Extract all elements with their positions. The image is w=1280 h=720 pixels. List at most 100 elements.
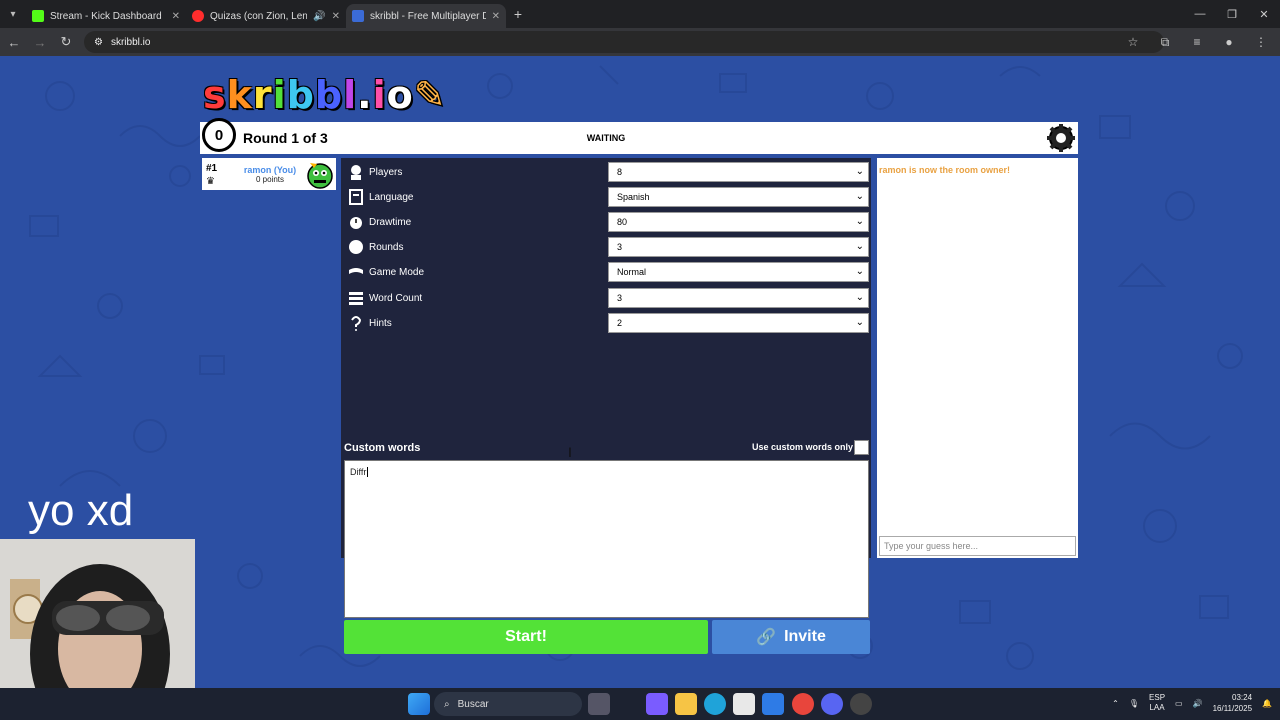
settings-gear-icon[interactable] bbox=[1046, 123, 1076, 153]
rounds-select[interactable]: 3 ⌄ bbox=[608, 237, 869, 257]
chevron-down-icon: ⌄ bbox=[855, 166, 864, 177]
chat-message: ramon is now the room owner! bbox=[879, 165, 1011, 175]
tab-youtube[interactable]: Quizas (con Zion, Lenny Tav 🔊 ✕ bbox=[186, 4, 346, 28]
url-field[interactable]: ⚙ skribbl.io bbox=[84, 31, 1164, 53]
forward-icon[interactable]: → bbox=[28, 30, 52, 54]
clock-date: 16/11/2025 bbox=[1212, 704, 1253, 713]
media-icon[interactable]: ≡ bbox=[1184, 30, 1210, 54]
tab-search-dropdown-icon[interactable]: ▾ bbox=[0, 0, 26, 28]
speaker-icon[interactable]: 🔊 bbox=[313, 11, 325, 22]
menu-icon[interactable]: ⋮ bbox=[1248, 30, 1274, 54]
setting-players: Players 8 ⌄ bbox=[341, 160, 871, 184]
chevron-down-icon: ⌄ bbox=[855, 266, 864, 277]
stream-overlay-text: yo xd bbox=[28, 486, 134, 535]
discord-icon[interactable] bbox=[821, 693, 843, 715]
restore-icon[interactable]: ❐ bbox=[1216, 0, 1248, 28]
chevron-down-icon: ⌄ bbox=[855, 241, 864, 252]
microphone-icon[interactable]: 🎙 bbox=[1129, 699, 1139, 708]
notification-icon[interactable]: 🔔 bbox=[1262, 699, 1272, 708]
word-count-select[interactable]: 3 ⌄ bbox=[608, 288, 869, 308]
address-bar-row: ← → ↻ ⚙ skribbl.io bbox=[0, 28, 1280, 56]
tray-chevron-icon[interactable]: ⌃ bbox=[1112, 699, 1119, 708]
text-cursor-icon: I bbox=[568, 444, 572, 460]
close-tab-icon[interactable]: ✕ bbox=[332, 11, 340, 22]
task-view-icon[interactable] bbox=[588, 693, 610, 715]
custom-words-only-checkbox[interactable] bbox=[854, 440, 869, 455]
tab-skribbl[interactable]: skribbl - Free Multiplayer Draw ✕ bbox=[346, 4, 506, 28]
language-indicator[interactable]: ESP LAA bbox=[1149, 693, 1165, 713]
file-explorer-icon[interactable] bbox=[675, 693, 697, 715]
bookmark-star-icon[interactable]: ☆ bbox=[1120, 30, 1146, 54]
profile-avatar-icon[interactable]: ● bbox=[1216, 30, 1242, 54]
start-button[interactable]: Start! bbox=[344, 620, 708, 654]
close-tab-icon[interactable]: ✕ bbox=[492, 11, 500, 22]
hint-icon bbox=[346, 313, 366, 333]
gamemode-icon bbox=[346, 262, 366, 282]
language-select[interactable]: Spanish ⌄ bbox=[608, 187, 869, 207]
edge-icon[interactable] bbox=[704, 693, 726, 715]
select-value: Spanish bbox=[617, 192, 650, 202]
players-select[interactable]: 8 ⌄ bbox=[608, 162, 869, 182]
chevron-down-icon: ⌄ bbox=[855, 216, 864, 227]
search-label: Buscar bbox=[457, 698, 489, 710]
custom-words-value: Diffr bbox=[350, 467, 367, 477]
close-window-icon[interactable]: ✕ bbox=[1248, 0, 1280, 28]
invite-button[interactable]: 🔗 Invite bbox=[712, 620, 870, 654]
custom-words-label: Custom words bbox=[344, 442, 421, 454]
chevron-down-icon: ⌄ bbox=[855, 191, 864, 202]
tab-title: Stream - Kick Dashboard bbox=[50, 10, 162, 22]
reload-icon[interactable]: ↻ bbox=[54, 30, 78, 54]
setting-label: Rounds bbox=[369, 241, 404, 253]
network-icon[interactable]: ▭ bbox=[1175, 699, 1183, 708]
app-icon[interactable] bbox=[646, 693, 668, 715]
setting-label: Game Mode bbox=[369, 266, 425, 278]
close-tab-icon[interactable]: ✕ bbox=[172, 11, 180, 22]
skribbl-favicon-icon bbox=[352, 10, 364, 22]
setting-drawtime: Drawtime 80 ⌄ bbox=[341, 210, 871, 234]
taskbar-search[interactable]: ⌕ Buscar bbox=[434, 692, 582, 716]
tab-kick[interactable]: Stream - Kick Dashboard ✕ bbox=[26, 4, 186, 28]
select-value: 80 bbox=[617, 217, 628, 227]
guess-input[interactable] bbox=[879, 536, 1076, 556]
custom-words-only-label: Use custom words only bbox=[752, 442, 854, 452]
setting-label: Drawtime bbox=[369, 216, 412, 228]
owner-crown-icon: ♛ bbox=[206, 176, 215, 187]
setting-rounds: Rounds 3 ⌄ bbox=[341, 235, 871, 259]
new-tab-button[interactable]: + bbox=[506, 6, 530, 22]
select-value: 8 bbox=[617, 167, 623, 177]
app2-icon[interactable] bbox=[850, 693, 872, 715]
clock-time: 03:24 bbox=[1232, 693, 1253, 702]
drawtime-select[interactable]: 80 ⌄ bbox=[608, 212, 869, 232]
chrome-icon[interactable] bbox=[792, 693, 814, 715]
game-mode-select[interactable]: Normal ⌄ bbox=[608, 262, 869, 282]
window-controls: — ❐ ✕ bbox=[1184, 0, 1280, 28]
setting-label: Word Count bbox=[369, 292, 423, 304]
player-name: ramon (You) bbox=[243, 165, 297, 175]
store-icon[interactable] bbox=[733, 693, 755, 715]
taskbar-clock[interactable]: 03:24 16/11/2025 bbox=[1213, 692, 1252, 714]
tab-title: skribbl - Free Multiplayer Draw bbox=[370, 10, 486, 22]
site-info-icon[interactable]: ⚙ bbox=[94, 37, 103, 48]
hints-select[interactable]: 2 ⌄ bbox=[608, 313, 869, 333]
chevron-down-icon: ⌄ bbox=[855, 317, 864, 328]
chat-panel: ramon is now the room owner! bbox=[877, 158, 1078, 558]
search-icon: ⌕ bbox=[444, 698, 450, 710]
browser-tab-bar: ▾ Stream - Kick Dashboard ✕ Quizas (con … bbox=[0, 0, 1280, 28]
setting-hints: Hints 2 ⌄ bbox=[341, 311, 871, 335]
windows-taskbar: ⌕ Buscar ⌃ 🎙 ESP LAA ▭ 🔊 03:24 16/11/202… bbox=[0, 688, 1280, 720]
minimize-icon[interactable]: — bbox=[1184, 0, 1216, 28]
custom-words-textarea[interactable]: Diffr bbox=[344, 460, 869, 618]
game-top-bar: 0 Round 1 of 3 WAITING bbox=[200, 118, 1078, 154]
mail-icon[interactable] bbox=[762, 693, 784, 715]
back-icon[interactable]: ← bbox=[2, 30, 26, 54]
lang-top: ESP bbox=[1149, 693, 1166, 702]
select-value: 3 bbox=[617, 242, 623, 252]
setting-word-count: Word Count 3 ⌄ bbox=[341, 286, 871, 310]
youtube-favicon-icon bbox=[192, 10, 204, 22]
extensions-icon[interactable]: ⧉ bbox=[1152, 30, 1178, 54]
volume-icon[interactable]: 🔊 bbox=[1193, 699, 1203, 708]
windows-start-icon[interactable] bbox=[408, 693, 430, 715]
round-indicator: Round 1 of 3 bbox=[243, 130, 328, 146]
lobby-settings-panel: Players 8 ⌄ Language Spanish ⌄ Drawtime 80… bbox=[341, 158, 871, 654]
select-value: Normal bbox=[617, 267, 647, 277]
